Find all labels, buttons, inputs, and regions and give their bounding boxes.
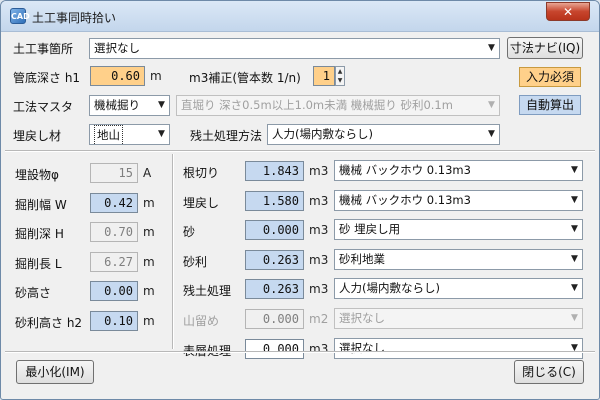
method-combo[interactable]: 機械掘り ▼ (89, 95, 170, 116)
left-field-label: 掘削深 H (15, 227, 64, 241)
right-field-input[interactable]: 0.263 (245, 250, 304, 270)
app-icon: CAD (10, 8, 30, 24)
m3-correction-spinner[interactable]: ▲ ▼ (335, 66, 345, 86)
method-desc-value: 直堀り 深さ0.5m以上1.0m未満 機械掘り 砂利0.1m (181, 98, 453, 112)
chevron-down-icon: ▼ (571, 165, 578, 175)
right-field-input[interactable]: 1.580 (245, 191, 304, 211)
left-field-input[interactable]: 0.10 (90, 311, 138, 331)
left-field-input: 15 (90, 163, 138, 183)
left-field-label: 掘削幅 W (15, 198, 67, 212)
method-label: 工法マスタ (13, 100, 74, 114)
right-field-combo[interactable]: 人力(場内敷ならし) ▼ (334, 278, 583, 299)
backfill-combo-value: 地山 (94, 125, 123, 144)
footer-divider (5, 351, 595, 353)
dialog-window: CAD 土工事同時拾い ✕ 土工事箇所 選択なし ▼ 寸法ナビ(IQ) 管底深さ… (0, 0, 600, 400)
site-combo-value: 選択なし (94, 41, 140, 55)
right-field-label: 埋戻し (183, 196, 220, 210)
depth-unit: m (150, 69, 162, 83)
right-field-unit: m3 (309, 223, 329, 237)
left-field-label: 砂高さ (15, 286, 52, 300)
right-field-unit: m3 (309, 282, 329, 296)
dim-nav-button[interactable]: 寸法ナビ(IQ) (507, 37, 583, 59)
depth-label: 管底深さ h1 (13, 71, 81, 85)
right-field-combo[interactable]: 機械 バックホウ 0.13m3 ▼ (334, 160, 583, 181)
right-field-input[interactable]: 0.263 (245, 279, 304, 299)
site-label: 土工事箇所 (13, 42, 74, 56)
right-field-label: 砂利 (183, 255, 208, 269)
right-field-input: 0.000 (245, 309, 304, 329)
chevron-down-icon: ▼ (158, 129, 165, 139)
right-field-unit: m3 (309, 194, 329, 208)
right-field-combo[interactable]: 機械 バックホウ 0.13m3 ▼ (334, 190, 583, 211)
chevron-down-icon: ▼ (571, 254, 578, 264)
method-desc-combo: 直堀り 深さ0.5m以上1.0m未満 機械掘り 砂利0.1m ▼ (176, 95, 500, 116)
chevron-down-icon: ▼ (488, 43, 495, 53)
right-field-combo[interactable]: 砂 埋戻し用 ▼ (334, 219, 583, 240)
close-button[interactable]: 閉じる(C) (514, 360, 584, 384)
title-bar[interactable]: CAD 土工事同時拾い ✕ (1, 1, 599, 32)
right-field-label: 残土処理 (183, 284, 232, 298)
spin-down-icon[interactable]: ▼ (336, 76, 344, 85)
right-field-unit: m3 (309, 253, 329, 267)
right-field-unit: m2 (309, 312, 329, 326)
right-field-combo-value: 選択なし (339, 341, 385, 355)
right-field-combo: 選択なし ▼ (334, 308, 583, 329)
right-field-label: 根切り (183, 166, 220, 180)
spin-up-icon[interactable]: ▲ (336, 67, 344, 76)
chevron-down-icon: ▼ (158, 100, 165, 110)
input-required-badge: 入力必須 (519, 67, 581, 87)
m3-correction-input[interactable]: 1 (313, 66, 335, 86)
right-field-label: 砂 (183, 225, 196, 239)
right-field-combo[interactable]: 砂利地業 ▼ (334, 249, 583, 270)
window-title: 土工事同時拾い (32, 11, 117, 25)
window-close-button[interactable]: ✕ (546, 2, 590, 21)
depth-input[interactable]: 0.60 (90, 66, 145, 86)
left-field-label: 砂利高さ h2 (15, 316, 83, 330)
right-field-unit: m3 (309, 342, 329, 356)
minimize-button[interactable]: 最小化(IM) (16, 360, 94, 384)
soil-method-label: 残土処理方法 (190, 129, 263, 143)
m3-correction-label: m3補正(管本数 1/n) (189, 71, 301, 85)
left-field-unit: m (143, 196, 155, 210)
left-field-input[interactable]: 0.42 (90, 193, 138, 213)
right-field-input[interactable]: 0.000 (245, 220, 304, 240)
chevron-down-icon: ▼ (571, 343, 578, 353)
soil-method-value: 人力(場内敷ならし) (272, 127, 373, 141)
backfill-label: 埋戻し材 (13, 129, 62, 143)
right-field-input[interactable]: 1.843 (245, 161, 304, 181)
column-divider (172, 154, 174, 349)
auto-calc-badge: 自動算出 (519, 95, 581, 115)
right-field-label: 山留め (183, 314, 220, 328)
left-field-label: 埋設物φ (15, 168, 59, 182)
right-field-combo-value: 砂 埋戻し用 (339, 222, 401, 236)
left-field-unit: m (143, 255, 155, 269)
left-field-unit: m (143, 314, 155, 328)
backfill-combo[interactable]: 地山 ▼ (89, 124, 170, 145)
left-field-unit: m (143, 284, 155, 298)
chevron-down-icon: ▼ (571, 313, 578, 323)
right-field-combo-value: 機械 バックホウ 0.13m3 (339, 193, 471, 207)
soil-method-combo[interactable]: 人力(場内敷ならし) ▼ (267, 124, 500, 145)
site-combo[interactable]: 選択なし ▼ (89, 38, 500, 59)
left-field-input[interactable]: 0.00 (90, 281, 138, 301)
right-field-combo[interactable]: 選択なし ▼ (334, 338, 583, 359)
chevron-down-icon: ▼ (488, 100, 495, 110)
chevron-down-icon: ▼ (571, 195, 578, 205)
chevron-down-icon: ▼ (488, 129, 495, 139)
right-field-input[interactable]: 0.000 (245, 339, 304, 359)
right-field-combo-value: 人力(場内敷ならし) (339, 281, 440, 295)
left-field-unit: m (143, 225, 155, 239)
method-combo-value: 機械掘り (94, 98, 140, 112)
left-field-input: 0.70 (90, 222, 138, 242)
right-field-combo-value: 選択なし (339, 311, 385, 325)
right-field-combo-value: 砂利地業 (339, 252, 385, 266)
section-divider (5, 150, 595, 152)
chevron-down-icon: ▼ (571, 224, 578, 234)
left-field-unit: A (143, 166, 152, 180)
left-field-input: 6.27 (90, 252, 138, 272)
right-field-combo-value: 機械 バックホウ 0.13m3 (339, 163, 471, 177)
chevron-down-icon: ▼ (571, 283, 578, 293)
right-field-unit: m3 (309, 164, 329, 178)
left-field-label: 掘削長 L (15, 257, 62, 271)
